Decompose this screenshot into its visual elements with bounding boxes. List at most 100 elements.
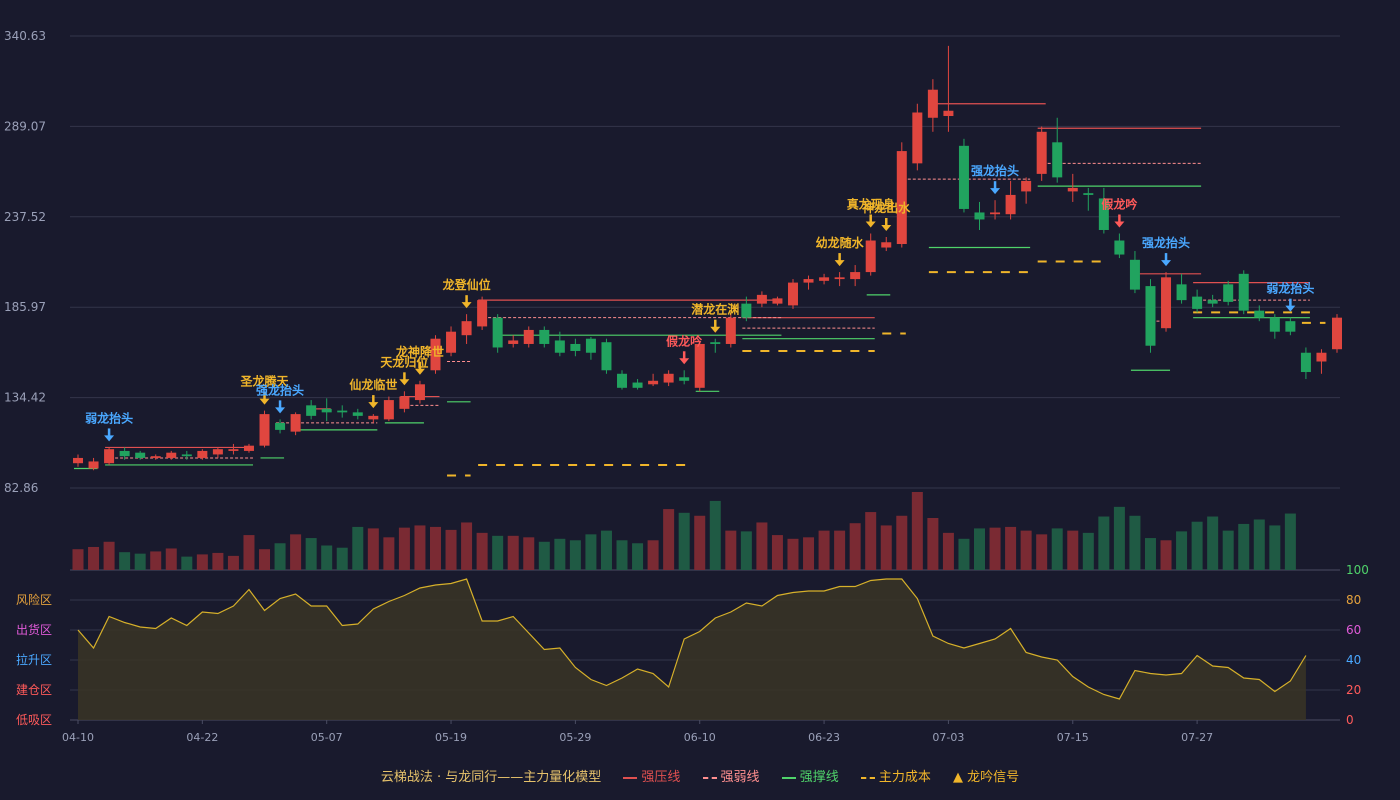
volume-bar — [445, 529, 457, 570]
volume-bar — [1191, 521, 1203, 570]
candle-body — [1300, 352, 1311, 373]
volume-bar — [274, 543, 286, 570]
candle-body — [787, 282, 798, 306]
candle-body — [1192, 296, 1203, 309]
volume-bar — [1222, 530, 1234, 570]
legend-triangle-icon: ▲ — [953, 770, 963, 785]
candle-body — [570, 343, 581, 351]
legend-label-signal: 龙吟信号 — [967, 770, 1020, 785]
signal-arrow-head — [834, 260, 845, 267]
volume-bar — [818, 530, 830, 570]
candle-body — [601, 342, 612, 371]
candle-body — [212, 449, 223, 455]
candle-body — [461, 321, 472, 336]
candle-body — [772, 298, 783, 304]
osc-tick-label: 100 — [1346, 563, 1369, 577]
legend-swatch-weak — [702, 776, 717, 779]
volume-bar — [942, 532, 954, 570]
volume-bar — [243, 535, 255, 570]
legend-item-cost[interactable]: 主力成本 — [860, 770, 931, 785]
volume-bar — [1160, 540, 1172, 570]
volume-bar — [196, 554, 208, 570]
candle-body — [1114, 240, 1125, 255]
volume-bar — [72, 549, 84, 570]
x-tick-label: 05-19 — [435, 731, 467, 744]
signal-arrow-head — [1285, 305, 1296, 312]
legend-item-signal[interactable]: ▲ 龙吟信号 — [953, 770, 1019, 785]
volume-bar — [880, 525, 892, 570]
candle-body — [275, 422, 286, 430]
osc-zone-label: 风险区 — [16, 592, 52, 607]
volume-bar — [212, 552, 224, 570]
volume-bar — [709, 500, 721, 570]
volume-bar — [740, 531, 752, 570]
volume-bar — [1269, 525, 1281, 570]
volume-bar — [492, 535, 504, 570]
candle-body — [694, 343, 705, 388]
price-tick-label: 237.52 — [4, 210, 46, 224]
volume-bar — [1238, 523, 1250, 570]
volume-bar — [507, 535, 519, 570]
signal-arrow-head — [865, 221, 876, 228]
volume-bar — [834, 530, 846, 570]
volume-bar — [725, 530, 737, 570]
volume-bar — [1020, 530, 1032, 570]
legend-item-pressure[interactable]: 强压线 — [623, 770, 680, 785]
candle-body — [927, 89, 938, 118]
candle-body — [1145, 286, 1156, 346]
signal-label: 强龙抬头 — [256, 382, 304, 397]
candle-body — [1005, 194, 1016, 215]
signal-label: 弱龙抬头 — [1266, 281, 1314, 296]
osc-zone-label: 建仓区 — [16, 683, 52, 697]
volume-bar — [569, 540, 581, 570]
candle-body — [368, 415, 379, 420]
x-tick-label: 04-10 — [62, 731, 94, 744]
volume-bar — [958, 538, 970, 570]
volume-bar — [1051, 528, 1063, 570]
volume-bar — [1005, 526, 1017, 570]
legend-item-support[interactable]: 强撑线 — [781, 770, 839, 785]
legend-item-weak[interactable]: 强弱线 — [702, 770, 760, 785]
volume-bar — [632, 543, 644, 570]
signal-arrow-head — [368, 402, 379, 409]
candle-body — [990, 212, 1001, 215]
candle-body — [819, 277, 830, 281]
candle-body — [1285, 321, 1296, 332]
candle-body — [1269, 317, 1280, 332]
signal-arrow-head — [275, 407, 286, 414]
candle-body — [1238, 273, 1249, 311]
candle-body — [632, 382, 643, 388]
candle-body — [523, 329, 534, 344]
osc-zone-label: 低吸区 — [16, 713, 52, 727]
candle-body — [850, 272, 861, 280]
volume-bar — [476, 532, 488, 570]
candle-body — [290, 414, 301, 432]
signal-arrow-head — [990, 188, 1001, 195]
candle-body — [135, 452, 146, 458]
candle-body — [585, 338, 596, 353]
legend-swatch-support — [781, 776, 796, 779]
volume-bar — [989, 527, 1001, 570]
candle-body — [1036, 131, 1047, 174]
volume-bar — [383, 537, 395, 570]
volume-bar — [678, 512, 690, 570]
volume-bar — [1207, 516, 1219, 570]
volume-bar — [554, 538, 566, 570]
volume-bar — [585, 534, 597, 570]
signal-label: 神龙出水 — [862, 200, 911, 215]
osc-tick-label: 80 — [1346, 593, 1361, 607]
signal-label: 仙龙临世 — [349, 377, 397, 392]
candle-body — [1052, 142, 1063, 178]
candle-body — [1129, 259, 1140, 290]
volume-bar — [911, 492, 923, 570]
candle-body — [554, 340, 565, 353]
signal-label: 弱龙抬头 — [85, 410, 133, 425]
candle-body — [1021, 180, 1032, 192]
signal-label: 假龙吟 — [666, 333, 702, 348]
candle-body — [865, 240, 876, 273]
volume-bar — [429, 526, 441, 570]
signal-label: 幼龙随水 — [816, 235, 865, 250]
volume-bar — [771, 535, 783, 570]
signal-arrow-head — [259, 398, 270, 405]
candle-body — [896, 151, 907, 245]
